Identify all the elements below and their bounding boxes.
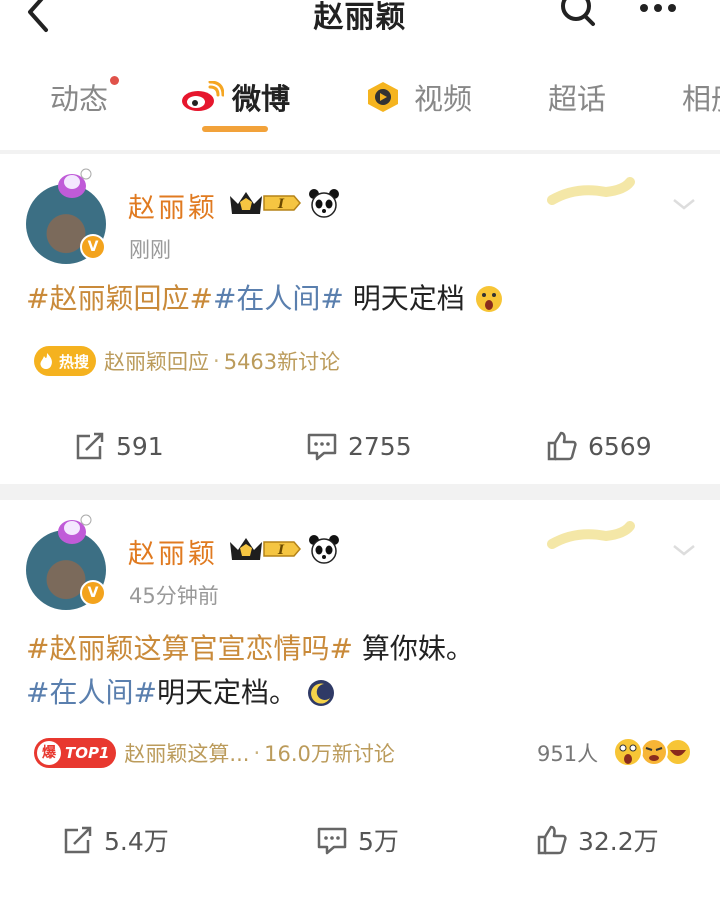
repost-count: 5.4万 [104,827,169,856]
panda-badge-icon [309,535,339,564]
post-body-text: 算你妹。 [352,632,474,665]
tab-label: 超话 [548,82,607,116]
tab-album[interactable]: 相册 [682,76,720,118]
hashtag-link[interactable]: #在人间# [26,676,157,709]
repost-icon [64,826,92,854]
comment-count: 5万 [358,827,399,856]
tab-weibo[interactable]: 微博 [180,76,290,118]
hot-count-text: 5463新讨论 [223,350,341,374]
more-horizontal-icon [640,4,676,12]
tab-label: 微博 [232,82,291,116]
post-body-text: 明天定档 [343,282,465,315]
level-badge-text: I [277,197,285,212]
hot-search-badge: 热搜 [34,346,97,376]
separator-dot: · [213,349,220,373]
avatar-pendant-icon [58,514,92,544]
thumbs-up-icon [547,431,577,461]
top1-hot-badge: 爆 TOP1 [34,738,117,768]
crown-level-badge-icon: I [230,538,301,560]
repost-button[interactable]: 5.4万 [62,822,169,858]
more-button[interactable] [634,0,684,34]
surprised-emoji-icon [475,286,502,312]
video-icon [368,82,398,112]
comment-button[interactable]: 2755 [306,430,412,462]
repost-button[interactable]: 591 [74,430,164,462]
reaction-emojis-icon[interactable] [612,734,696,770]
hashtag-link[interactable]: #赵丽颖这算官宣恋情吗# [26,632,353,665]
tab-dynamics[interactable]: 动态 [50,76,119,118]
hot-count-text: 16.0万新讨论 [264,742,395,766]
explode-badge-icon: 爆 [37,741,61,765]
comment-icon [317,827,347,855]
hot-topic-text: 赵丽颖回应 [104,350,210,374]
post-text: #赵丽颖回应##在人间# 明天定档 [26,278,504,320]
like-button[interactable]: 6569 [546,430,652,462]
hot-topic-text: 赵丽颖这算... [124,742,250,766]
post-username[interactable]: 赵丽颖 [128,186,218,225]
search-icon [561,0,595,26]
level-badge-text: I [277,543,285,558]
weibo-post-card[interactable]: V 赵丽颖 I 刚刚 #赵丽颖回应##在人间# 明天定档 热搜 赵丽颖回应 · … [0,154,720,484]
card-decoration-icon [547,177,635,205]
comment-icon [307,433,337,461]
thumbs-up-icon [537,825,567,855]
post-text: #在人间#明天定档。 [26,672,336,714]
like-button[interactable]: 32.2万 [536,822,659,858]
tab-video[interactable]: 视频 [364,76,472,118]
repost-icon [76,432,104,460]
like-count: 6569 [588,431,652,461]
like-count: 32.2万 [578,827,659,856]
panda-badge-icon [309,189,339,218]
moon-emoji-icon [307,680,334,706]
reaction-readers-count: 951人 [537,742,599,766]
top-nav-bar: 赵丽颖 [0,0,720,52]
post-time: 45分钟前 [129,584,219,608]
post-text: #赵丽颖这算官宣恋情吗# 算你妹。 [26,628,474,670]
active-tab-indicator [202,126,268,132]
search-button[interactable] [558,0,598,38]
page-title: 赵丽颖 [313,0,407,35]
hot-search-row[interactable]: 热搜 赵丽颖回应 · 5463新讨论 [34,342,340,380]
separator-dot: · [253,741,261,765]
weibo-logo-icon [182,81,224,111]
post-username[interactable]: 赵丽颖 [128,532,218,571]
post-time: 刚刚 [129,238,171,262]
verified-badge-icon: V [80,234,106,260]
avatar-pendant-icon [58,168,92,198]
tab-label: 视频 [414,82,473,116]
comment-button[interactable]: 5万 [316,822,399,858]
chevron-down-icon[interactable] [668,540,700,560]
tab-super-topic[interactable]: 超话 [548,76,606,118]
chevron-down-icon[interactable] [668,194,700,214]
fire-icon [40,353,52,369]
hashtag-link[interactable]: #赵丽颖回应# [26,282,213,315]
verified-badge-icon: V [80,580,106,606]
repost-count: 591 [116,431,164,461]
profile-tabs: 动态 微博 视频 超话 相册 [0,52,720,150]
tab-label: 动态 [50,82,109,116]
weibo-post-card[interactable]: V 赵丽颖 I 45分钟前 #赵丽颖这算官宣恋情吗# 算你妹。 #在人间#明天定… [0,500,720,898]
hashtag-link[interactable]: #在人间# [213,282,344,315]
tab-label: 相册 [682,82,720,116]
new-dot-indicator [110,76,119,85]
card-decoration-icon [547,521,635,549]
hot-search-row[interactable]: 爆 TOP1 赵丽颖这算... · 16.0万新讨论 [34,734,395,772]
crown-level-badge-icon: I [230,192,301,214]
comment-count: 2755 [348,431,412,461]
post-body-text: 明天定档。 [156,676,297,709]
